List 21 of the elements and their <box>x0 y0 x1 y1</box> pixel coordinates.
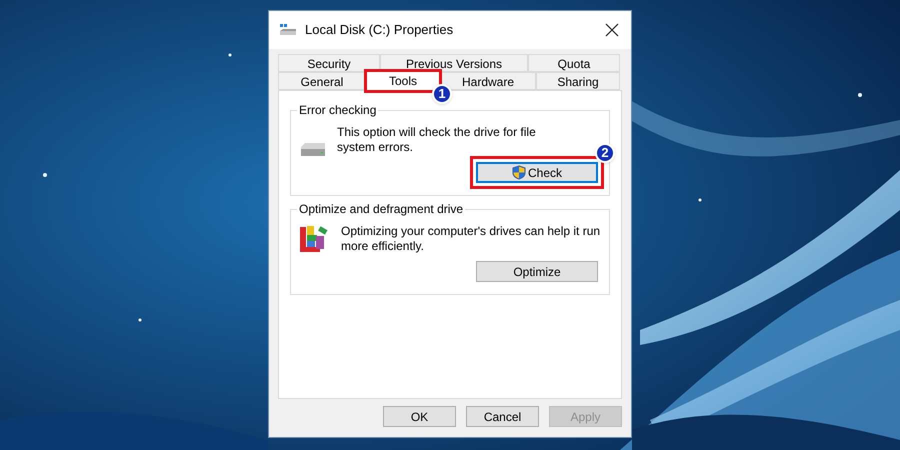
description-text: This option will check the drive for file system errors. <box>337 125 537 155</box>
tab[interactable]: Tools <box>366 70 440 90</box>
drive-icon <box>279 23 297 37</box>
group-title: Optimize and defragment drive <box>297 202 466 217</box>
optimize-button[interactable]: Optimize <box>476 261 598 282</box>
tab[interactable]: Hardware <box>440 72 536 90</box>
dialog-button[interactable]: OK <box>383 406 456 427</box>
drive-icon <box>299 141 327 157</box>
tab[interactable]: Sharing <box>536 72 620 90</box>
window-title: Local Disk (C:) Properties <box>305 21 454 40</box>
close-icon[interactable] <box>605 23 619 37</box>
dialog-button[interactable]: Cancel <box>466 406 539 427</box>
step-badge: 2 <box>595 143 615 163</box>
tab[interactable]: Previous Versions <box>380 54 528 72</box>
tab[interactable]: Security <box>278 54 380 72</box>
tab[interactable]: General <box>278 72 366 90</box>
group-title: Error checking <box>297 103 378 118</box>
shield-icon <box>512 165 526 180</box>
tab[interactable]: Quota <box>528 54 620 72</box>
description-text: Optimizing your computer's drives can help it run more efficiently. <box>341 224 601 254</box>
check-button[interactable]: Check <box>476 162 598 183</box>
